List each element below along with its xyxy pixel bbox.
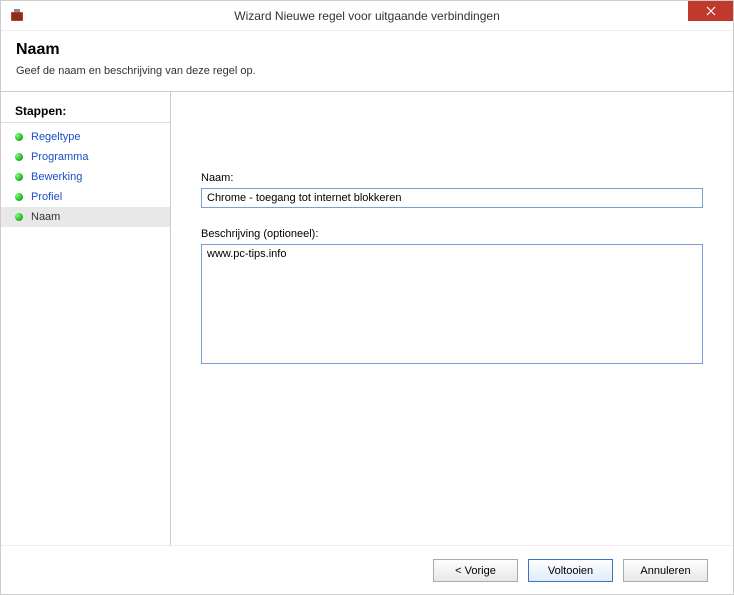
wizard-header: Naam Geef de naam en beschrijving van de… [1,31,733,92]
back-button[interactable]: < Vorige [433,559,518,582]
finish-button[interactable]: Voltooien [528,559,613,582]
steps-sidebar: Stappen: Regeltype Programma Bewerking P… [1,92,171,545]
close-button[interactable] [688,1,733,21]
close-icon [706,6,716,16]
page-subtitle: Geef de naam en beschrijving van deze re… [16,65,718,77]
name-label: Naam: [201,172,703,184]
step-bullet-icon [15,153,23,161]
step-bullet-icon [15,213,23,221]
button-bar: < Vorige Voltooien Annuleren [1,545,733,595]
description-input[interactable] [201,244,703,364]
titlebar: Wizard Nieuwe regel voor uitgaande verbi… [1,1,733,31]
description-label: Beschrijving (optioneel): [201,228,703,240]
step-regeltype[interactable]: Regeltype [1,127,170,147]
step-label: Regeltype [31,131,81,143]
step-label: Bewerking [31,171,82,183]
step-label: Naam [31,211,60,223]
step-bullet-icon [15,173,23,181]
step-bewerking[interactable]: Bewerking [1,167,170,187]
window-title: Wizard Nieuwe regel voor uitgaande verbi… [1,9,733,23]
step-naam[interactable]: Naam [1,207,170,227]
step-bullet-icon [15,193,23,201]
page-title: Naam [16,41,718,59]
cancel-button[interactable]: Annuleren [623,559,708,582]
steps-title: Stappen: [1,100,170,123]
main-panel: Naam: Beschrijving (optioneel): [171,92,733,545]
step-programma[interactable]: Programma [1,147,170,167]
name-input[interactable] [201,188,703,208]
step-label: Programma [31,151,88,163]
step-bullet-icon [15,133,23,141]
step-label: Profiel [31,191,62,203]
step-profiel[interactable]: Profiel [1,187,170,207]
